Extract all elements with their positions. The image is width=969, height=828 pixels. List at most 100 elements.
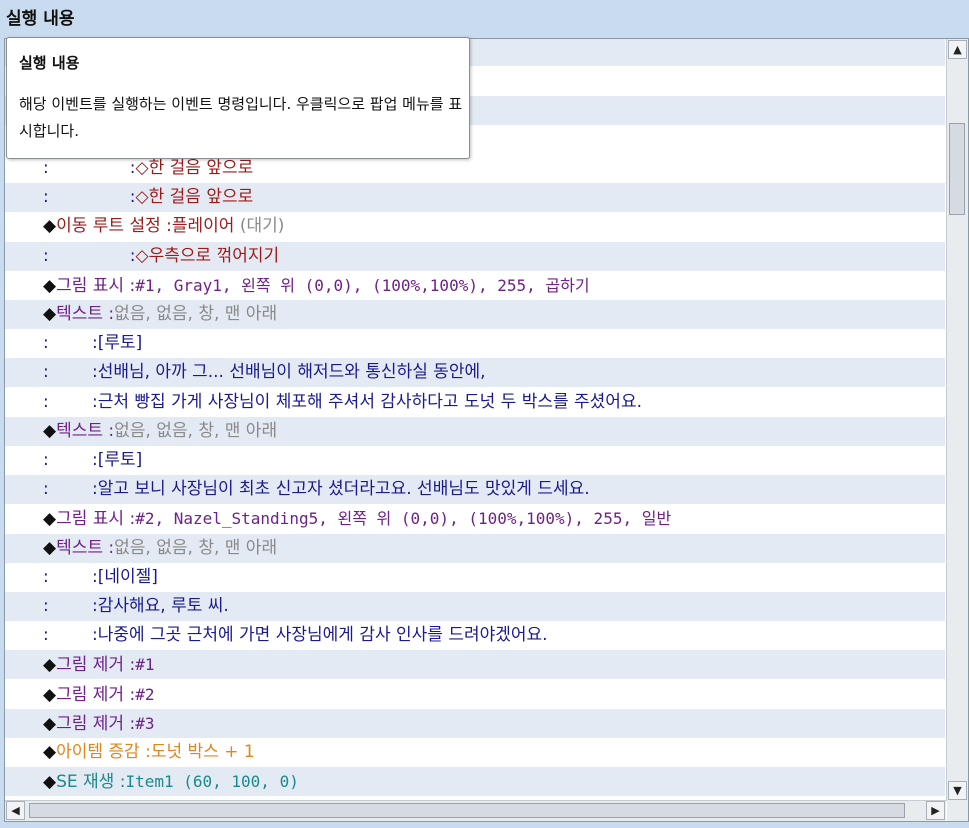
tooltip-title: 실행 내용 (19, 54, 80, 72)
table-row[interactable]: ◆그림 표시 :#1, Gray1, 왼쪽 위 (0,0), (100%,100… (5, 271, 945, 300)
command-value: 플레이어 (171, 216, 235, 237)
command-line: ◆아이템 증감 :도넛 박스 + 1 (43, 738, 255, 767)
table-row[interactable]: ◆그림 표시 :#2, Nazel_Standing5, 왼쪽 위 (0,0),… (5, 504, 945, 533)
command-value: 없음, 없음, 창, 맨 아래 (114, 420, 278, 441)
separator: : (124, 275, 136, 296)
diamond-icon: ◆ (43, 713, 57, 734)
command-line: ◆텍스트 :없음, 없음, 창, 맨 아래 (43, 534, 277, 563)
command-line: : :나중에 그곳 근처에 가면 사장님에게 감사 인사를 드려야겠어요. (43, 621, 548, 650)
command-line: ◆텍스트 :없음, 없음, 창, 맨 아래 (43, 300, 277, 329)
table-row[interactable]: : :나중에 그곳 근처에 가면 사장님에게 감사 인사를 드려야겠어요. (5, 621, 945, 650)
command-label: ◆그림 표시 (43, 275, 125, 296)
table-row[interactable]: ◆텍스트 :없음, 없음, 창, 맨 아래 (5, 416, 945, 446)
table-row[interactable]: : :근처 빵집 가게 사장님이 체포해 주셔서 감사하다고 도넛 두 박스를 … (5, 388, 945, 417)
table-row[interactable]: ◆SE 재생 :Item1 (60, 100, 0) (5, 767, 945, 797)
vertical-scrollbar[interactable]: ▲ ▼ (946, 39, 968, 801)
table-row[interactable]: : :[루토] (5, 446, 945, 475)
table-row[interactable]: ◆이동 루트 설정 :플레이어 (대기) (5, 212, 945, 241)
arrow-down-icon: ▼ (953, 784, 962, 797)
table-row[interactable]: : :[네이젤] (5, 563, 945, 592)
arrow-up-icon: ▲ (953, 43, 962, 56)
table-row[interactable]: ◆텍스트 :없음, 없음, 창, 맨 아래 (5, 300, 945, 329)
separator: : (86, 362, 98, 383)
separator: : (86, 566, 98, 587)
horizontal-scroll-thumb[interactable] (29, 803, 905, 818)
diamond-icon: ◆ (43, 772, 57, 793)
table-row[interactable]: : :[루토] (5, 329, 945, 358)
command-line: : :선배님, 아까 그... 선배님이 해저드와 통신하실 동안에, (43, 358, 486, 387)
diamond-icon: ◆ (43, 537, 57, 558)
diamond-icon: ◆ (43, 275, 57, 296)
command-line: : :근처 빵집 가게 사장님이 체포해 주셔서 감사하다고 도넛 두 박스를 … (43, 388, 642, 417)
command-line: ◆그림 제거 :#2 (43, 680, 154, 710)
command-value: 도넛 박스 + 1 (150, 742, 255, 762)
panel-title: 실행 내용 (6, 9, 75, 29)
command-value: ◇한 걸음 앞으로 (135, 158, 254, 178)
table-row[interactable]: ◆아이템 증감 :도넛 박스 + 1 (5, 738, 945, 767)
command-line: : :◇한 걸음 앞으로 (43, 183, 253, 212)
table-row[interactable]: ◆그림 제거 :#2 (5, 680, 945, 709)
command-value: 근처 빵집 가게 사장님이 체포해 주셔서 감사하다고 도넛 두 박스를 주셨어… (97, 391, 642, 412)
scroll-down-button[interactable]: ▼ (948, 781, 967, 800)
command-label: ◆아이템 증감 (43, 742, 140, 762)
table-row[interactable]: : :감사해요, 루토 씨. (5, 592, 945, 621)
arrow-left-icon: ◀ (11, 804, 20, 817)
separator: : (103, 537, 115, 558)
separator: : (86, 333, 98, 354)
vertical-scroll-thumb[interactable] (949, 123, 965, 215)
command-value: 없음, 없음, 창, 맨 아래 (114, 304, 278, 324)
separator: : (124, 684, 136, 705)
separator: : (139, 742, 151, 762)
diamond-icon: ◆ (43, 420, 57, 441)
diamond-icon: ◆ (43, 684, 57, 705)
table-row[interactable]: : :◇우측으로 꺾어지기 (5, 241, 945, 271)
table-row[interactable]: ◆그림 제거 :#3 (5, 708, 945, 739)
table-row[interactable]: : :◇한 걸음 앞으로 (5, 183, 945, 213)
table-row[interactable]: ◆그림 제거 :#1 (5, 650, 945, 680)
separator: : (86, 625, 98, 646)
command-line: : :◇우측으로 꺾어지기 (43, 242, 279, 271)
command-line: ◆그림 제거 :#3 (43, 709, 154, 739)
command-line: : :[루토] (43, 446, 142, 475)
command-line: ◆그림 제거 :#1 (43, 650, 154, 680)
scroll-left-button[interactable]: ◀ (6, 801, 25, 820)
command-line: ◆SE 재생 :Item1 (60, 100, 0) (43, 767, 299, 797)
event-contents-panel: 실행 내용 : :◇한 걸음 앞으로: :◇한 걸음 앞으로 ◆이동 루트 설정 … (0, 0, 969, 828)
separator: : (160, 216, 172, 237)
separator: : (86, 479, 98, 500)
command-line: ◆그림 표시 :#1, Gray1, 왼쪽 위 (0,0), (100%,100… (43, 271, 590, 301)
command-value: #3 (135, 713, 155, 733)
command-label: ◆그림 표시 (43, 509, 125, 530)
table-row[interactable]: ◆텍스트 :없음, 없음, 창, 맨 아래 (5, 533, 945, 563)
command-label: ◆텍스트 (43, 304, 103, 324)
command-value: #2, Nazel_Standing5, 왼쪽 위 (0,0), (100%,1… (135, 509, 672, 529)
table-row[interactable]: : :알고 보니 사장님이 최초 신고자 셨더라고요. 선배님도 맛있게 드세요… (5, 475, 945, 505)
tooltip: 실행 내용 해당 이벤트를 실행하는 이벤트 명령입니다. 우클릭으로 팝업 메… (6, 37, 470, 159)
command-label: ◆텍스트 (43, 537, 103, 558)
command-label: ◆이동 루트 설정 (43, 216, 161, 237)
command-value: 알고 보니 사장님이 최초 신고자 셨더라고요. 선배님도 맛있게 드세요. (97, 479, 590, 500)
command-label: ◆그림 제거 (43, 684, 125, 705)
scroll-up-button[interactable]: ▲ (948, 40, 967, 59)
command-value: #1, Gray1, 왼쪽 위 (0,0), (100%,100%), 255,… (135, 275, 590, 295)
scroll-right-button[interactable]: ▶ (926, 801, 945, 820)
command-value: ◇한 걸음 앞으로 (135, 187, 254, 208)
diamond-icon: ◆ (43, 509, 57, 530)
arrow-right-icon: ▶ (931, 804, 940, 817)
separator: : (124, 158, 136, 178)
separator: : (103, 420, 115, 441)
horizontal-scrollbar[interactable]: ◀ ▶ (5, 800, 946, 821)
command-line: : :[루토] (43, 329, 142, 358)
table-row[interactable]: : :선배님, 아까 그... 선배님이 해저드와 통신하실 동안에, (5, 358, 945, 388)
command-line: ◆이동 루트 설정 :플레이어 (대기) (43, 212, 284, 241)
